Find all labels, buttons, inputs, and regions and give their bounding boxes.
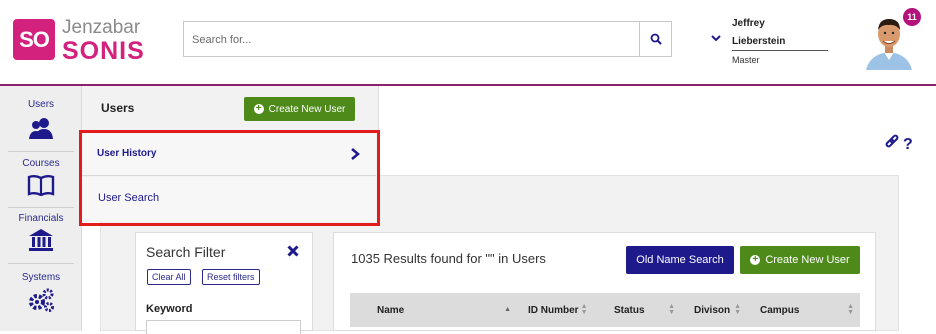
reset-filters-button[interactable]: Reset filters (202, 269, 260, 285)
rail-divider (8, 151, 74, 152)
left-nav-rail: Users Courses Financials Systems (0, 86, 82, 331)
column-label: Status (614, 304, 645, 316)
book-icon (27, 175, 55, 197)
logo-jenzabar-text: Jenzabar (62, 17, 141, 38)
rail-item-financials[interactable]: Financials (0, 213, 82, 261)
sort-icon: ▲ ▼ (668, 303, 675, 316)
column-header-status[interactable]: Status ▲ ▼ (597, 293, 681, 327)
column-header-campus[interactable]: Campus ▲ ▼ (747, 293, 860, 327)
keyword-label: Keyword (146, 303, 193, 315)
user-role: Master (732, 55, 760, 65)
logo-sonis-text: SONIS (62, 37, 145, 65)
column-label: Campus (760, 304, 800, 316)
sort-icon: ▲ ▼ (580, 303, 588, 316)
sonis-logo-mark[interactable]: SO (13, 19, 55, 60)
notification-badge[interactable]: 11 (903, 8, 921, 26)
filter-title: Search Filter (146, 244, 226, 260)
column-label: Divison (694, 304, 731, 316)
rail-label-users: Users (27, 99, 55, 110)
rail-label-systems: Systems (21, 272, 61, 283)
users-icon (29, 118, 53, 139)
chevron-down-icon[interactable] (711, 34, 721, 42)
link-icon[interactable] (885, 134, 899, 148)
rail-label-financials: Financials (18, 213, 64, 224)
clear-all-button[interactable]: Clear All (147, 269, 191, 285)
column-label: ID Number (528, 304, 579, 316)
top-header: SO Jenzabar SONIS Search for... Jeffrey … (0, 0, 936, 84)
keyword-input[interactable] (146, 320, 301, 334)
rail-item-users[interactable]: Users (0, 99, 82, 149)
user-divider (732, 50, 828, 51)
rail-label-courses: Courses (22, 158, 60, 169)
sort-icon: ▲ ▼ (734, 303, 741, 316)
search-input[interactable]: Search for... (183, 21, 640, 57)
plus-circle-icon: + (253, 104, 264, 114)
plus-circle-icon: + (750, 255, 761, 265)
rail-divider (8, 263, 74, 264)
flyout-create-user-button[interactable]: + Create New User (244, 97, 355, 121)
search-icon (650, 33, 662, 45)
help-icon[interactable]: ? (903, 136, 913, 152)
column-header-division[interactable]: Divison ▲ ▼ (681, 293, 747, 327)
sort-icon: ▲ ▼ (847, 303, 854, 316)
search-button[interactable] (639, 21, 672, 57)
column-header-name[interactable]: Name ▲ (350, 293, 517, 327)
sort-asc-icon: ▲ (504, 306, 511, 313)
rail-divider (8, 207, 74, 208)
highlight-box (79, 130, 380, 226)
flyout-title: Users (101, 101, 135, 115)
link-help-group: ? (885, 134, 913, 152)
gears-icon (29, 288, 54, 312)
results-summary: 1035 Results found for "" in Users (351, 251, 546, 266)
close-icon[interactable] (287, 245, 299, 257)
rail-item-systems[interactable]: Systems (0, 272, 82, 322)
column-header-id-number[interactable]: ID Number ▲ ▼ (517, 293, 597, 327)
bank-icon (29, 229, 53, 251)
column-label: Name (377, 304, 405, 316)
old-name-search-button[interactable]: Old Name Search (626, 246, 734, 274)
user-first-name[interactable]: Jeffrey (732, 18, 765, 29)
create-new-user-button[interactable]: + Create New User (740, 246, 860, 274)
create-new-user-label: Create New User (765, 254, 850, 266)
rail-item-courses[interactable]: Courses (0, 158, 82, 206)
flyout-create-user-label: Create New User (268, 103, 346, 115)
user-last-name[interactable]: Lieberstein (732, 36, 785, 47)
